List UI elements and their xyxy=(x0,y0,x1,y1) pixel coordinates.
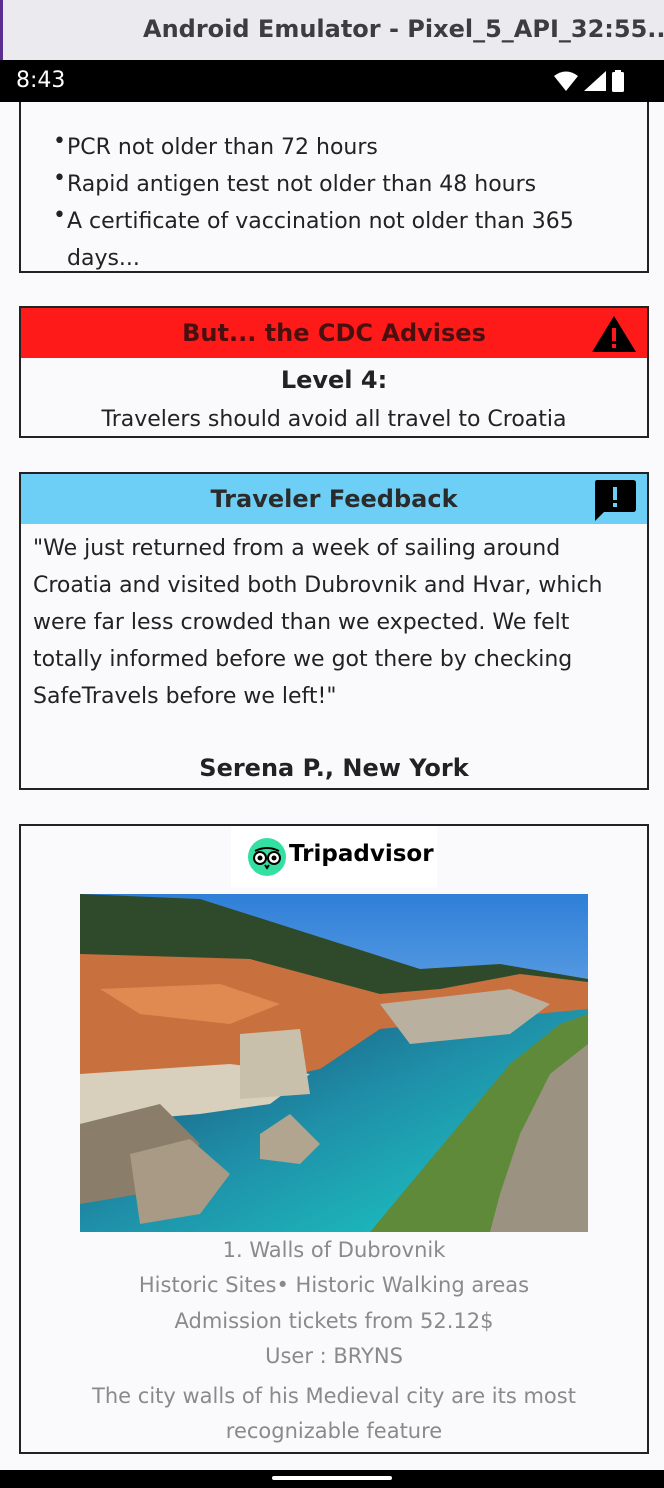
warning-icon xyxy=(592,316,636,352)
status-time: 8:43 xyxy=(16,68,66,93)
signal-icon xyxy=(584,71,606,91)
window-title: Android Emulator - Pixel_5_API_32:55... xyxy=(143,15,664,43)
feedback-header: Traveler Feedback xyxy=(21,474,647,524)
attraction-user: User : BRYNS xyxy=(265,1344,403,1368)
battery-icon xyxy=(612,70,624,92)
home-gesture-handle[interactable] xyxy=(272,1476,392,1480)
status-bar: 8:43 xyxy=(0,60,664,102)
attraction-description: The city walls of his Medieval city are … xyxy=(92,1384,576,1443)
cdc-text: Travelers should avoid all travel to Cro… xyxy=(101,407,567,432)
tripadvisor-logo: Tripadvisor xyxy=(231,826,437,888)
feedback-header-title: Traveler Feedback xyxy=(210,485,458,513)
dubrovnik-photo[interactable] xyxy=(80,894,588,1232)
cdc-advisory-card: But... the CDC Advises Level 4: Traveler… xyxy=(19,306,649,438)
feedback-author: Serena P., New York xyxy=(199,754,469,782)
list-item-text: Rapid antigen test not older than 48 hou… xyxy=(67,172,537,197)
list-item-text: A certificate of vaccination not older t… xyxy=(67,209,574,271)
attraction-title[interactable]: 1. Walls of Dubrovnik xyxy=(21,1238,647,1262)
tripadvisor-card: Tripadvisor 1. Walls of Dubrovnik Histor… xyxy=(19,824,649,1454)
cdc-header: But... the CDC Advises xyxy=(21,308,647,358)
tripadvisor-logo-text: Tripadvisor xyxy=(289,841,434,867)
traveler-feedback-card: Traveler Feedback "We just returned from… xyxy=(19,472,649,790)
tripadvisor-owl-icon xyxy=(248,838,286,876)
feedback-icon xyxy=(595,480,636,521)
emulator-title-bar: Android Emulator - Pixel_5_API_32:55... xyxy=(0,0,664,60)
cdc-level: Level 4: xyxy=(280,366,388,394)
attraction-price: Admission tickets from 52.12$ xyxy=(174,1309,494,1333)
attraction-category: Historic Sites• Historic Walking areas xyxy=(138,1273,530,1297)
feedback-quote: "We just returned from a week of sailing… xyxy=(33,536,603,709)
navigation-bar xyxy=(0,1470,664,1488)
scroll-content[interactable]: • PCR not older than 72 hours • Rapid anti… xyxy=(0,102,664,1470)
status-icons xyxy=(554,70,624,92)
requirements-card: • PCR not older than 72 hours • Rapid anti… xyxy=(19,102,649,273)
wifi-icon xyxy=(554,71,578,91)
list-item-text: PCR not older than 72 hours xyxy=(67,135,378,160)
cdc-header-title: But... the CDC Advises xyxy=(182,319,486,347)
